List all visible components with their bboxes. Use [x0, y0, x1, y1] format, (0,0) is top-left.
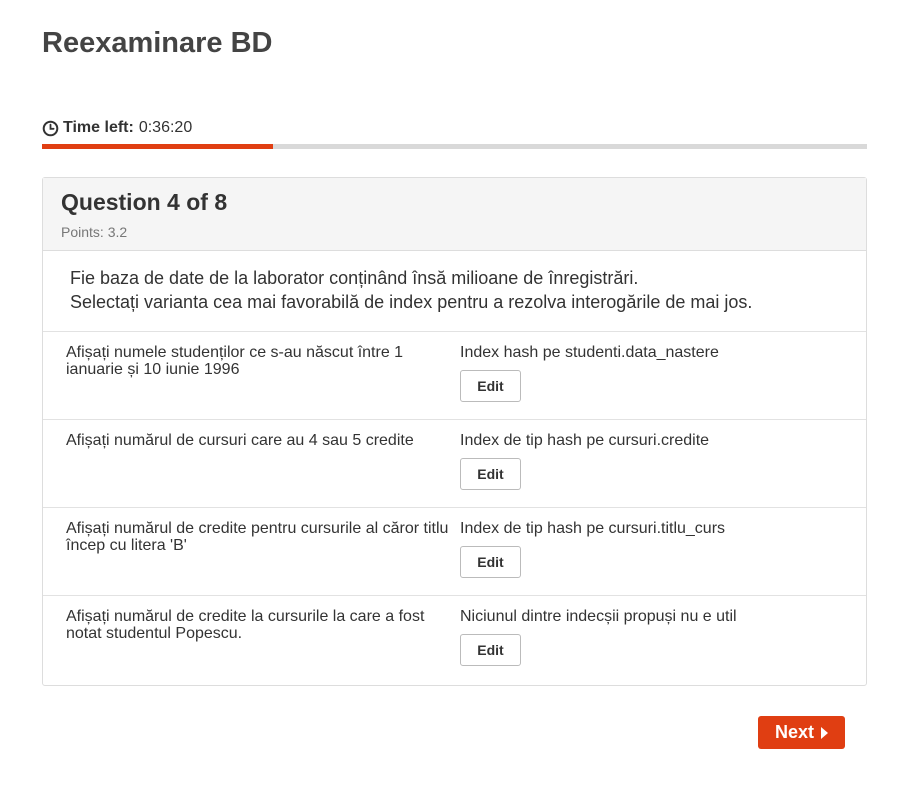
match-row: Afișați numele studenților ce s-au născu…: [43, 332, 866, 420]
prompt-line: Selectați varianta cea mai favorabilă de…: [70, 292, 753, 312]
next-label: Next: [774, 722, 814, 742]
caret-right-icon: [821, 726, 828, 739]
timer: Time left: 0:36:20: [42, 118, 192, 138]
question-prompt: Fie baza de date de la laborator conținâ…: [43, 251, 866, 332]
match-row: Afișați numărul de cursuri care au 4 sau…: [43, 420, 866, 508]
time-progress-bar: [42, 144, 867, 149]
match-answer: Index de tip hash pe cursuri.titlu_curs: [460, 520, 726, 537]
time-progress-fill: [42, 144, 273, 149]
match-statement: Afișați numărul de credite pentru cursur…: [66, 520, 449, 554]
timer-label: Time left:: [63, 119, 134, 136]
question-header: Question 4 of 8 Points: 3.2: [43, 178, 866, 251]
page-title: Reexaminare BD: [42, 27, 273, 59]
prompt-line: Fie baza de date de la laborator conținâ…: [70, 268, 639, 288]
timer-value: 0:36:20: [138, 119, 193, 136]
next-button[interactable]: Next: [758, 716, 845, 749]
clock-icon: [42, 120, 59, 137]
match-statement: Afișați numele studenților ce s-au născu…: [66, 344, 404, 378]
match-row: Afișați numărul de credite la cursurile …: [43, 596, 866, 684]
match-row: Afișați numărul de credite pentru cursur…: [43, 508, 866, 596]
match-answer: Index hash pe studenti.data_nastere: [460, 344, 719, 361]
match-answer: Index de tip hash pe cursuri.credite: [460, 432, 710, 449]
edit-button[interactable]: Edit: [460, 458, 521, 490]
edit-button[interactable]: Edit: [460, 370, 521, 402]
match-statement: Afișați numărul de credite la cursurile …: [66, 608, 425, 642]
question-card: Question 4 of 8 Points: 3.2 Fie baza de …: [42, 177, 867, 686]
edit-button[interactable]: Edit: [460, 634, 521, 666]
edit-button[interactable]: Edit: [460, 546, 521, 578]
question-title: Question 4 of 8: [61, 189, 228, 215]
match-statement: Afișați numărul de cursuri care au 4 sau…: [66, 432, 414, 449]
question-points: Points: 3.2: [61, 224, 128, 240]
match-answer: Niciunul dintre indecșii propuși nu e ut…: [460, 608, 737, 625]
